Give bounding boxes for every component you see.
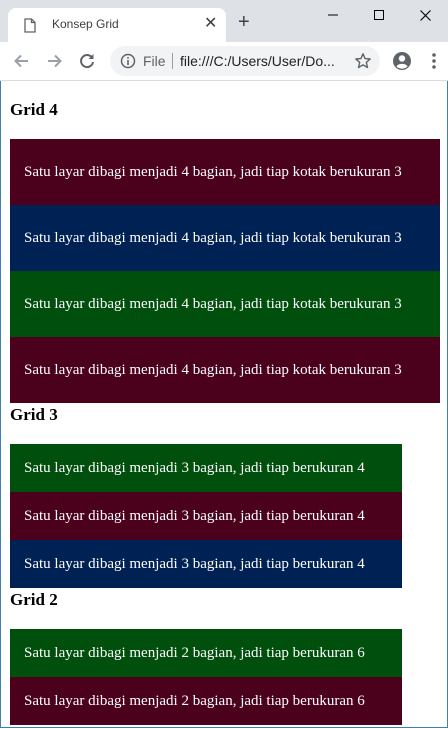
tab-konsep-grid[interactable]: Konsep Grid ✕ xyxy=(8,8,226,42)
grid4-box-4: Satu layar dibagi menjadi 4 bagian, jadi… xyxy=(10,337,440,403)
info-icon[interactable] xyxy=(120,53,136,74)
reload-icon xyxy=(80,54,94,69)
address-divider xyxy=(172,53,173,69)
browser-toolbar: File file:///C:/Users/User/Do... xyxy=(0,42,448,81)
arrow-left-icon xyxy=(14,54,28,68)
minimize-button[interactable] xyxy=(310,0,356,30)
page-content: Grid 4 Satu layar dibagi menjadi 4 bagia… xyxy=(0,81,448,729)
forward-button[interactable] xyxy=(44,51,64,71)
minimize-icon xyxy=(328,14,338,16)
address-bar[interactable]: File file:///C:/Users/User/Do... xyxy=(110,46,380,76)
grid2-box-1: Satu layar dibagi menjadi 2 bagian, jadi… xyxy=(10,629,402,677)
grid2-heading: Grid 2 xyxy=(10,590,58,609)
grid2-box-2: Satu layar dibagi menjadi 2 bagian, jadi… xyxy=(10,677,402,725)
close-icon xyxy=(419,9,431,21)
close-window-button[interactable] xyxy=(402,0,448,30)
tab-title: Konsep Grid xyxy=(52,17,119,31)
tab-close-icon[interactable]: ✕ xyxy=(204,16,217,32)
profile-avatar-icon[interactable] xyxy=(392,51,412,76)
document-icon xyxy=(24,18,36,38)
grid3-box-3: Satu layar dibagi menjadi 3 bagian, jadi… xyxy=(10,540,402,588)
more-menu-icon[interactable] xyxy=(426,51,442,76)
maximize-button[interactable] xyxy=(356,0,402,30)
url-text[interactable]: file:///C:/Users/User/Do... xyxy=(180,53,335,69)
arrow-right-icon xyxy=(48,54,62,68)
tab-bar: Konsep Grid ✕ + xyxy=(0,0,448,42)
grid4-box-3: Satu layar dibagi menjadi 4 bagian, jadi… xyxy=(10,271,440,337)
grid3-box-1: Satu layar dibagi menjadi 3 bagian, jadi… xyxy=(10,444,402,492)
maximize-icon xyxy=(374,10,384,20)
grid3-box-2: Satu layar dibagi menjadi 3 bagian, jadi… xyxy=(10,492,402,540)
grid4-box-1: Satu layar dibagi menjadi 4 bagian, jadi… xyxy=(10,139,440,205)
grid3-heading: Grid 3 xyxy=(10,405,58,424)
bookmark-star-icon[interactable] xyxy=(354,52,372,75)
grid4-box-2: Satu layar dibagi menjadi 4 bagian, jadi… xyxy=(10,205,440,271)
url-scheme-label: File xyxy=(143,53,166,69)
grid4-heading: Grid 4 xyxy=(10,100,58,119)
new-tab-button[interactable]: + xyxy=(238,12,250,32)
back-button[interactable] xyxy=(12,51,32,71)
reload-button[interactable] xyxy=(77,51,97,71)
